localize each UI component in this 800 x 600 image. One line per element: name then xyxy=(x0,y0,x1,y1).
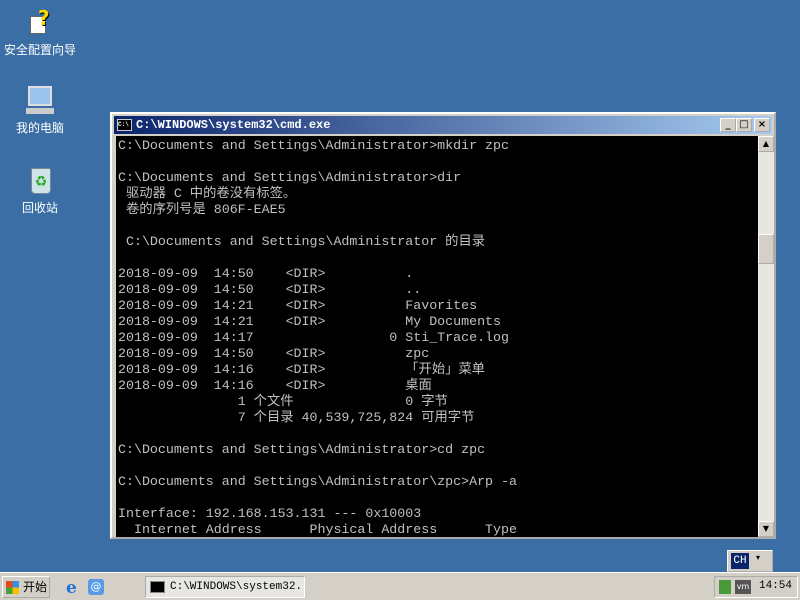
window-title: C:\WINDOWS\system32\cmd.exe xyxy=(136,118,331,132)
console-line: C:\Documents and Settings\Administrator>… xyxy=(118,442,486,457)
console-line: 2018-09-09 14:50 <DIR> . xyxy=(118,266,414,281)
taskbar-button-label: C:\WINDOWS\system32... xyxy=(170,581,305,593)
scroll-thumb[interactable] xyxy=(758,234,774,264)
desktop-icon-label: 我的电脑 xyxy=(15,121,64,135)
desktop-icon-recycle-bin[interactable]: ♻ 回收站 xyxy=(0,164,80,216)
scroll-up-arrow-icon[interactable]: ▲ xyxy=(758,136,774,152)
console-line: 2018-09-09 14:16 <DIR> 桌面 xyxy=(118,378,432,393)
outlook-express-icon[interactable]: @ xyxy=(88,579,104,595)
taskbar-button-cmd[interactable]: C:\WINDOWS\system32... xyxy=(145,576,305,598)
vmware-tools-icon[interactable]: vm xyxy=(735,580,751,594)
console-line: 7 个目录 40,539,725,824 可用字节 xyxy=(118,410,475,425)
cmd-icon: C:\ xyxy=(117,119,132,131)
cmd-window: C:\ C:\WINDOWS\system32\cmd.exe _ □ × C:… xyxy=(110,112,776,539)
language-menu-arrow-icon[interactable]: ▾ xyxy=(756,553,760,562)
maximize-button[interactable]: □ xyxy=(736,118,752,132)
desktop-icon-my-computer[interactable]: 我的电脑 xyxy=(0,84,80,136)
console-line: 1 个文件 0 字节 xyxy=(118,394,448,409)
start-label: 开始 xyxy=(23,580,48,594)
console-line: 2018-09-09 14:16 <DIR> 「开始」菜单 xyxy=(118,362,486,377)
recycle-bin-icon: ♻ xyxy=(24,164,56,196)
taskbar: 开始 e @ C:\WINDOWS\system32... vm 14:54 xyxy=(0,572,800,600)
console-output[interactable]: C:\Documents and Settings\Administrator>… xyxy=(116,136,758,537)
security-wizard-icon: ? xyxy=(24,6,56,38)
cmd-icon xyxy=(150,581,165,593)
vertical-scrollbar[interactable]: ▲ ▼ xyxy=(758,136,774,537)
console-line: 2018-09-09 14:17 0 Sti_Trace.log xyxy=(118,330,509,345)
language-indicator[interactable]: CH xyxy=(731,553,749,569)
console-line: Interface: 192.168.153.131 --- 0x10003 xyxy=(118,506,422,521)
minimize-button[interactable]: _ xyxy=(720,118,736,132)
language-bar[interactable]: CH ▾ xyxy=(727,550,773,572)
computer-icon xyxy=(24,84,56,116)
console-line: Internet Address Physical Address Type xyxy=(118,522,517,537)
scroll-down-arrow-icon[interactable]: ▼ xyxy=(758,521,774,537)
console-line: 2018-09-09 14:50 <DIR> zpc xyxy=(118,346,430,361)
console-line: C:\Documents and Settings\Administrator>… xyxy=(118,170,462,185)
console-line: 卷的序列号是 806F-EAE5 xyxy=(118,202,286,217)
console-line: C:\Documents and Settings\Administrator … xyxy=(118,234,486,249)
console-line: C:\Documents and Settings\Administrator\… xyxy=(118,474,517,489)
start-button[interactable]: 开始 xyxy=(2,576,50,598)
desktop-icon-label: 安全配置向导 xyxy=(3,43,76,57)
desktop-icon-label: 回收站 xyxy=(21,201,58,215)
internet-explorer-icon[interactable]: e xyxy=(66,578,77,598)
clock: 14:54 xyxy=(759,580,793,592)
system-tray: vm 14:54 xyxy=(714,576,798,598)
windows-logo-icon xyxy=(6,581,19,594)
desktop-icon-security-wizard[interactable]: ? 安全配置向导 xyxy=(0,6,80,58)
console-line: 2018-09-09 14:21 <DIR> My Documents xyxy=(118,314,502,329)
close-button[interactable]: × xyxy=(754,118,770,132)
console-line: C:\Documents and Settings\Administrator>… xyxy=(118,138,509,153)
console-line: 2018-09-09 14:50 <DIR> .. xyxy=(118,282,422,297)
console-line: 驱动器 C 中的卷没有标签。 xyxy=(118,186,297,201)
window-titlebar[interactable]: C:\ C:\WINDOWS\system32\cmd.exe _ □ × xyxy=(114,116,772,134)
network-icon[interactable] xyxy=(719,580,731,594)
console-line: 2018-09-09 14:21 <DIR> Favorites xyxy=(118,298,478,313)
